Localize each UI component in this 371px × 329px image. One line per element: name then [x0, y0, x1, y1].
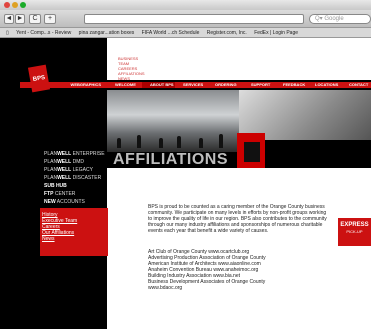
menu-item[interactable]: SUB HUB	[44, 182, 105, 190]
menu-item-prefix: PLAN	[44, 167, 58, 173]
menu-item-suffix: ACCOUNTS	[55, 199, 85, 205]
photo-figure	[219, 134, 223, 148]
menu-item[interactable]: PLANWELL LEGACY	[44, 166, 105, 174]
express-pickup-button[interactable]: EXPRESS PICK-UP	[338, 218, 371, 246]
menu-item[interactable]: FTP CENTER	[44, 190, 105, 198]
menu-item-suffix: DMD	[71, 159, 85, 165]
nav-item-about[interactable]: ABOUT BPS	[142, 82, 175, 88]
photo-figure	[199, 138, 203, 148]
bookmarks-bar: ▯ Yent - Comp...s - Review pina zangar..…	[0, 28, 371, 38]
menu-item-bold: WELL	[57, 151, 72, 157]
web-page: BPS BUSINESS TEAM CAREERS AFFILIATIONS N…	[0, 38, 371, 329]
nav-item-webgraphics[interactable]: WEBGRAPHICS	[20, 82, 107, 88]
page-heading: AFFILIATIONS	[113, 151, 229, 168]
menu-item-suffix: ENTERPRISE	[71, 151, 105, 157]
nav-item-locations[interactable]: LOCATIONS	[307, 82, 341, 88]
menu-item-bold: SUB HUB	[44, 183, 67, 189]
menu-item-prefix: PLAN	[44, 151, 58, 157]
back-button[interactable]: ◄	[4, 14, 14, 24]
nav-item-feedback[interactable]: FEEDBACK	[275, 82, 307, 88]
zoom-window-icon[interactable]	[20, 2, 26, 8]
reload-button[interactable]: C	[29, 14, 41, 24]
address-bar[interactable]	[84, 14, 304, 24]
section-link[interactable]: News	[42, 236, 106, 242]
crowd-photo	[107, 90, 239, 152]
menu-item-prefix: PLAN	[44, 159, 58, 165]
menu-item-suffix: LEGACY	[71, 167, 93, 173]
accent-square-photo	[244, 142, 260, 162]
affiliation-list: Art Club of Orange County www.ocartclub.…	[148, 249, 328, 291]
nav-item-ordering[interactable]: ORDERING	[207, 82, 243, 88]
menu-item-suffix: DISCASTER	[71, 175, 102, 181]
intro-paragraph: BPS is proud to be counted as a caring m…	[148, 204, 327, 234]
browser-window: ◄ ► C + Q▾ Google ▯ Yent - Comp...s - Re…	[0, 0, 371, 329]
photo-figure	[137, 135, 141, 148]
bookmark-item[interactable]: FedEx | Login Page	[254, 28, 298, 37]
main-nav: WEBGRAPHICS WELCOME ABOUT BPS SERVICES O…	[20, 82, 371, 88]
bookmark-item[interactable]: Yent - Comp...s - Review	[16, 28, 71, 37]
product-menu: PLANWELL ENTERPRISE PLANWELL DMD PLANWEL…	[44, 150, 105, 206]
bps-logo[interactable]: BPS	[27, 64, 51, 93]
browser-toolbar: ◄ ► C + Q▾ Google	[0, 10, 371, 28]
nav-item-support[interactable]: SUPPORT	[243, 82, 275, 88]
photo-figure	[159, 138, 163, 148]
bookmark-item[interactable]: ▯	[6, 28, 9, 37]
menu-item[interactable]: PLANWELL DMD	[44, 158, 105, 166]
tagline: BUSINESS TEAM CAREERS AFFILIATIONS NEWS	[118, 56, 168, 81]
photo-figure	[177, 136, 181, 148]
menu-item-prefix: PLAN	[44, 175, 58, 181]
nav-item-contact[interactable]: CONTACT	[341, 82, 371, 88]
menu-item-bold: WELL	[57, 159, 72, 165]
minimize-window-icon[interactable]	[12, 2, 18, 8]
menu-item-bold: WELL	[57, 167, 72, 173]
menu-item[interactable]: PLANWELL DISCASTER	[44, 174, 105, 182]
search-field[interactable]: Q▾ Google	[309, 14, 371, 24]
nav-item-welcome[interactable]: WELCOME	[107, 82, 142, 88]
express-subtitle: PICK-UP	[346, 229, 363, 234]
forward-button[interactable]: ►	[15, 14, 25, 24]
menu-item[interactable]: PLANWELL ENTERPRISE	[44, 150, 105, 158]
menu-item-bold: WELL	[57, 175, 72, 181]
menu-item[interactable]: NEW ACCOUNTS	[44, 198, 105, 206]
add-bookmark-button[interactable]: +	[44, 14, 56, 24]
photo-figure	[117, 138, 121, 148]
section-nav: History Executive Team Careers Our Affil…	[40, 208, 108, 256]
menu-item-bold: NEW	[44, 199, 56, 205]
tagline-line: NEWS	[118, 76, 130, 81]
nav-item-services[interactable]: SERVICES	[175, 82, 207, 88]
bookmark-item[interactable]: FIFA World ...ch Schedule	[142, 28, 200, 37]
bookmark-item[interactable]: pina zangar...ation boxes	[79, 28, 135, 37]
affiliation-item: www.bdaoc.org	[148, 285, 183, 291]
menu-item-suffix: CENTER	[53, 191, 76, 197]
bookmark-item[interactable]: Register.com, Inc.	[207, 28, 247, 37]
title-bar	[0, 0, 371, 10]
express-title: EXPRESS	[340, 222, 369, 228]
close-window-icon[interactable]	[4, 2, 10, 8]
